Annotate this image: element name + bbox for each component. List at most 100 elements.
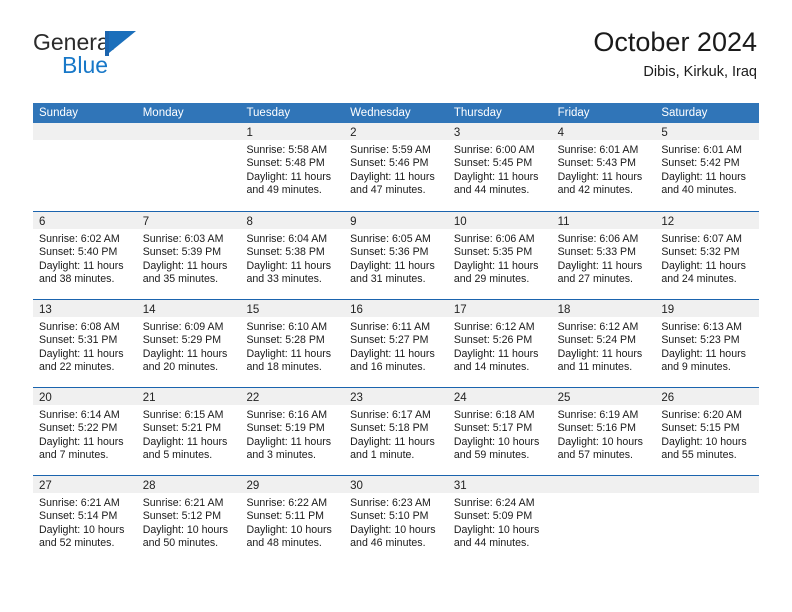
day-number-band: 7 [136, 212, 241, 229]
day-number-band: 2 [344, 123, 448, 140]
day-cell-19[interactable]: 19 Sunrise: 6:13 AM Sunset: 5:23 PM Dayligh… [655, 300, 760, 387]
day-number: 6 [39, 216, 46, 228]
day-details: Sunrise: 6:14 AM Sunset: 5:22 PM Daylight:… [33, 405, 137, 463]
day-detail-line: and 47 minutes. [350, 184, 426, 197]
day-cell-30[interactable]: 30 Sunrise: 6:23 AM Sunset: 5:10 PM Dayligh… [344, 476, 448, 563]
day-number-band: 4 [551, 123, 656, 140]
weekday-header-saturday: Saturday [661, 107, 708, 119]
day-cell-23[interactable]: 23 Sunrise: 6:17 AM Sunset: 5:18 PM Dayligh… [344, 388, 448, 475]
page-title: October 2024 [593, 27, 757, 57]
day-details: Sunrise: 6:21 AM Sunset: 5:14 PM Daylight:… [33, 493, 137, 551]
day-cell-25[interactable]: 25 Sunrise: 6:19 AM Sunset: 5:16 PM Dayligh… [551, 388, 656, 475]
calendar-week-row: 27 Sunrise: 6:21 AM Sunset: 5:14 PM Dayligh… [33, 475, 760, 563]
day-cell-26[interactable]: 26 Sunrise: 6:20 AM Sunset: 5:15 PM Dayligh… [655, 388, 760, 475]
day-cell-21[interactable]: 21 Sunrise: 6:15 AM Sunset: 5:21 PM Dayligh… [136, 388, 241, 475]
day-detail-line: Sunrise: 6:12 AM [557, 321, 639, 333]
day-detail-line: Sunset: 5:43 PM [557, 157, 636, 170]
day-detail-line: and 5 minutes. [142, 449, 213, 462]
day-detail-line: Sunrise: 6:15 AM [142, 409, 224, 421]
day-number-band: 17 [447, 300, 552, 317]
day-detail-line: and 52 minutes. [39, 537, 115, 550]
day-details: Sunrise: 6:23 AM Sunset: 5:10 PM Daylight:… [344, 493, 448, 551]
day-cell-5[interactable]: 5 Sunrise: 6:01 AM Sunset: 5:42 PM Daylight… [655, 123, 760, 211]
day-detail-line: Sunset: 5:38 PM [246, 246, 325, 259]
day-cell-13[interactable]: 13 Sunrise: 6:08 AM Sunset: 5:31 PM Dayligh… [33, 300, 137, 387]
day-detail-line: Sunrise: 6:00 AM [453, 144, 535, 156]
day-number: 4 [557, 127, 564, 139]
day-cell-20[interactable]: 20 Sunrise: 6:14 AM Sunset: 5:22 PM Dayligh… [33, 388, 137, 475]
day-cell-15[interactable]: 15 Sunrise: 6:10 AM Sunset: 5:28 PM Dayligh… [240, 300, 345, 387]
day-detail-line: Sunrise: 6:22 AM [246, 497, 328, 509]
day-cell-29[interactable]: 29 Sunrise: 6:22 AM Sunset: 5:11 PM Dayligh… [240, 476, 345, 563]
day-detail-line: Sunrise: 6:13 AM [661, 321, 742, 333]
day-cell-6[interactable]: 6 Sunrise: 6:02 AM Sunset: 5:40 PM Daylight… [33, 212, 137, 299]
brand-logo[interactable]: General Blue [33, 30, 173, 80]
day-details: Sunrise: 6:15 AM Sunset: 5:21 PM Daylight:… [137, 405, 241, 463]
day-detail-line: and 44 minutes. [453, 184, 530, 197]
day-detail-line: and 46 minutes. [350, 537, 426, 550]
day-cell-1[interactable]: 1 Sunrise: 5:58 AM Sunset: 5:48 PM Daylight… [240, 123, 345, 211]
day-detail-line: Daylight: 11 hours [246, 347, 332, 360]
day-details: Sunrise: 6:12 AM Sunset: 5:26 PM Daylight:… [448, 317, 552, 375]
day-detail-line: and 33 minutes. [246, 273, 322, 286]
day-cell-31[interactable]: 31 Sunrise: 6:24 AM Sunset: 5:09 PM Dayligh… [447, 476, 552, 563]
day-number: 13 [39, 304, 52, 316]
day-detail-line: Sunrise: 6:09 AM [142, 321, 224, 333]
day-detail-line: Sunrise: 6:04 AM [246, 233, 328, 245]
day-detail-line: Sunrise: 6:24 AM [453, 497, 535, 509]
calendar-weeks: 1 Sunrise: 5:58 AM Sunset: 5:48 PM Daylight… [33, 123, 760, 563]
logo-triangle-shape [109, 31, 136, 53]
title-block: October 2024 Dibis, Kirkuk, Iraq [593, 26, 757, 82]
day-number-band: 23 [344, 388, 448, 405]
day-detail-line: Sunrise: 6:21 AM [142, 497, 224, 509]
day-detail-line: Sunrise: 6:01 AM [661, 144, 742, 156]
day-detail-line: and 38 minutes. [39, 273, 115, 286]
day-number: 24 [453, 392, 467, 404]
day-number-band: 22 [240, 388, 345, 405]
day-number: 16 [350, 304, 363, 316]
day-detail-line: Daylight: 11 hours [557, 259, 643, 272]
day-detail-line: Daylight: 11 hours [453, 347, 539, 360]
day-cell-11[interactable]: 11 Sunrise: 6:06 AM Sunset: 5:33 PM Dayligh… [551, 212, 656, 299]
day-cell-27[interactable]: 27 Sunrise: 6:21 AM Sunset: 5:14 PM Dayligh… [33, 476, 137, 563]
day-detail-line: and 22 minutes. [39, 361, 115, 374]
day-detail-line: Daylight: 11 hours [39, 347, 124, 360]
day-number: 25 [557, 392, 571, 404]
day-detail-line: Sunrise: 6:11 AM [350, 321, 431, 333]
day-cell-7[interactable]: 7 Sunrise: 6:03 AM Sunset: 5:39 PM Daylight… [136, 212, 241, 299]
day-detail-line: Sunset: 5:48 PM [246, 157, 325, 170]
day-detail-line: Sunset: 5:36 PM [350, 246, 429, 259]
calendar-week-row: 13 Sunrise: 6:08 AM Sunset: 5:31 PM Dayligh… [33, 299, 760, 387]
day-cell-10[interactable]: 10 Sunrise: 6:06 AM Sunset: 5:35 PM Dayligh… [447, 212, 552, 299]
day-detail-line: Sunset: 5:14 PM [39, 510, 118, 523]
calendar-week-row: 20 Sunrise: 6:14 AM Sunset: 5:22 PM Dayligh… [33, 387, 760, 475]
day-cell-12[interactable]: 12 Sunrise: 6:07 AM Sunset: 5:32 PM Dayligh… [655, 212, 760, 299]
day-number-band: 20 [33, 388, 137, 405]
weekday-header-tuesday: Tuesday [246, 107, 291, 119]
day-cell-18[interactable]: 18 Sunrise: 6:12 AM Sunset: 5:24 PM Dayligh… [551, 300, 656, 387]
day-cell-22[interactable]: 22 Sunrise: 6:16 AM Sunset: 5:19 PM Dayligh… [240, 388, 345, 475]
day-cell-8[interactable]: 8 Sunrise: 6:04 AM Sunset: 5:38 PM Daylight… [240, 212, 345, 299]
day-cell-28[interactable]: 28 Sunrise: 6:21 AM Sunset: 5:12 PM Dayligh… [136, 476, 241, 563]
day-detail-line: Daylight: 11 hours [350, 435, 435, 448]
day-cell-16[interactable]: 16 Sunrise: 6:11 AM Sunset: 5:27 PM Dayligh… [344, 300, 448, 387]
day-detail-line: Daylight: 10 hours [453, 435, 540, 448]
day-detail-line: and 9 minutes. [661, 361, 731, 374]
day-details: Sunrise: 6:17 AM Sunset: 5:18 PM Daylight:… [344, 405, 448, 463]
day-number-band: 30 [344, 476, 448, 493]
day-number-band: 19 [655, 300, 760, 317]
day-cell-2[interactable]: 2 Sunrise: 5:59 AM Sunset: 5:46 PM Daylight… [344, 123, 448, 211]
day-cell-9[interactable]: 9 Sunrise: 6:05 AM Sunset: 5:36 PM Daylight… [344, 212, 448, 299]
day-cell-24[interactable]: 24 Sunrise: 6:18 AM Sunset: 5:17 PM Dayligh… [447, 388, 552, 475]
day-number: 9 [350, 216, 357, 228]
day-number: 19 [661, 304, 675, 316]
day-detail-line: Daylight: 11 hours [557, 347, 643, 360]
day-cell-4[interactable]: 4 Sunrise: 6:01 AM Sunset: 5:43 PM Daylight… [551, 123, 656, 211]
day-cell-17[interactable]: 17 Sunrise: 6:12 AM Sunset: 5:26 PM Dayligh… [447, 300, 552, 387]
day-cell-14[interactable]: 14 Sunrise: 6:09 AM Sunset: 5:29 PM Dayligh… [136, 300, 241, 387]
day-cell-3[interactable]: 3 Sunrise: 6:00 AM Sunset: 5:45 PM Daylight… [447, 123, 552, 211]
day-detail-line: Sunrise: 6:19 AM [557, 409, 639, 421]
day-number-band: 11 [551, 212, 656, 229]
day-number-band: 3 [447, 123, 552, 140]
day-detail-line: Sunrise: 6:06 AM [557, 233, 639, 245]
